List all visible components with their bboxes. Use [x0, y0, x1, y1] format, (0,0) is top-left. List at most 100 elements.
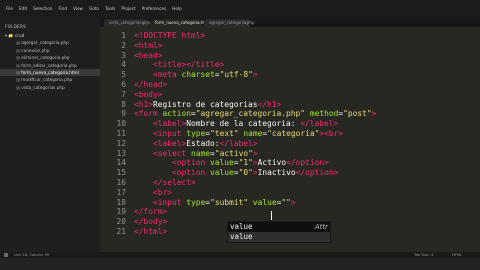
sidebar-file-item[interactable]: ▤ vista_categorias.php: [0, 84, 100, 91]
code-line: <h1>Registro de categorias</h1>: [134, 100, 281, 109]
code-token: </label>: [300, 119, 339, 129]
code-token: name: [243, 129, 263, 138]
menu-item-help[interactable]: Help: [169, 0, 185, 18]
code-line: <select name="activo">: [134, 149, 258, 158]
code-line: <option value="1">Activo</option>: [134, 158, 329, 167]
line-number: 21: [116, 227, 126, 236]
status-bar: Line 18, Column 39 Tab Size: 4 HTML: [0, 252, 480, 258]
close-icon[interactable]: ×: [142, 19, 145, 27]
code-token: </label>: [219, 138, 258, 148]
code-token: <option: [172, 158, 211, 168]
sidebar-file-label: vista_categorias.php: [21, 84, 65, 90]
code-token: "utf-8": [219, 70, 253, 80]
menu-item-view[interactable]: View: [70, 0, 86, 18]
code-token: >: [252, 70, 258, 80]
menu-item-tools[interactable]: Tools: [102, 0, 118, 18]
code-line: </html>: [134, 227, 167, 236]
menu-item-edit[interactable]: Edit: [16, 0, 30, 18]
panel-toggle-icon[interactable]: [4, 253, 8, 257]
autocomplete-item[interactable]: value Attr: [228, 222, 330, 232]
code-token: </html>: [134, 227, 168, 236]
code-token: <select: [153, 148, 192, 158]
code-token: "submit": [210, 197, 249, 207]
sidebar-file-item[interactable]: ▤ modificar_categoria.php: [0, 76, 100, 83]
code-line: <option value="0">Inactivo</option>: [134, 168, 338, 177]
code-token: ><br>: [319, 129, 344, 138]
code-token: "agregar_categoria.php": [195, 109, 306, 119]
sidebar-file-label: agregar_categoria.php: [21, 40, 69, 46]
status-tab-size[interactable]: Tab Size: 4: [414, 252, 433, 258]
line-number: 1: [121, 31, 126, 40]
code-token: <body>: [134, 89, 163, 99]
autocomplete-label: value: [230, 222, 253, 231]
code-token: Inactivo: [257, 168, 296, 178]
autocomplete-item[interactable]: value: [228, 232, 330, 242]
menu-item-preferences[interactable]: Preferences: [139, 0, 170, 18]
sidebar-file-item[interactable]: ▤ conexion.php: [0, 47, 100, 54]
code-token: name: [191, 148, 211, 158]
line-number: 20: [116, 217, 126, 227]
sidebar-header: FOLDERS: [5, 24, 26, 29]
code-token: "activo": [214, 148, 253, 158]
code-token: Activo: [257, 158, 287, 168]
code-line: <meta charset="utf-8">: [134, 70, 258, 79]
line-number: 15: [116, 168, 126, 178]
line-number: 5: [121, 70, 126, 80]
menu-item-project[interactable]: Project: [118, 0, 138, 18]
line-number: 6: [121, 80, 126, 89]
code-line: <!DOCTYPE html>: [134, 31, 205, 40]
sidebar-file-label: eliminar_categoria.php: [21, 55, 70, 61]
code-token: <br>: [153, 187, 173, 197]
editor-window: File Edit Selection Find View Goto Tools Projec…: [0, 0, 480, 270]
code-token: >: [252, 148, 258, 158]
tab-file[interactable]: agregar_categoria.php ×: [204, 19, 254, 27]
menu-item-file[interactable]: File: [3, 0, 16, 18]
line-number: 13: [116, 148, 126, 158]
tab-file[interactable]: form_nueva_categoria.html ×: [150, 19, 210, 27]
sidebar-file-item[interactable]: ▤ form_nueva_categoria.html: [0, 68, 100, 77]
code-token: <h1>: [134, 99, 154, 109]
code-line: <label>Estado:</label>: [134, 139, 258, 148]
code-token: Estado:: [186, 138, 220, 148]
code-token: action: [162, 109, 192, 119]
code-token: <title></title>: [153, 60, 225, 70]
code-token: </option>: [286, 158, 329, 168]
code-line: <html>: [134, 41, 163, 50]
menu-item-find[interactable]: Find: [55, 0, 70, 18]
status-syntax[interactable]: HTML: [452, 252, 462, 258]
code-token: </option>: [295, 168, 339, 178]
line-number: 16: [116, 178, 126, 187]
line-number: 12: [116, 138, 126, 148]
tab-file[interactable]: vista_categorias.php ×: [104, 19, 150, 27]
sidebar-folder-label: crud: [15, 33, 25, 38]
autocomplete-hint: Attr: [314, 223, 328, 231]
sidebar-file-label: conexion.php: [21, 47, 50, 53]
sidebar-folder-crud[interactable]: ▾ 📁 crud: [0, 32, 100, 39]
code-token: <input: [153, 197, 187, 207]
menu-item-selection[interactable]: Selection: [30, 0, 55, 18]
close-icon[interactable]: ×: [196, 19, 199, 27]
line-number: 7: [121, 89, 126, 99]
text-cursor: [271, 211, 272, 220]
code-token: <form: [134, 109, 163, 119]
line-number: 17: [116, 187, 126, 197]
line-number: 4: [121, 60, 126, 70]
code-token: <label>: [153, 138, 187, 148]
sidebar-file-item[interactable]: ▤ form_editar_categoria.php: [0, 62, 100, 69]
line-number: 11: [116, 129, 126, 138]
code-line: <title></title>: [134, 60, 224, 69]
code-token: <option: [172, 168, 211, 178]
sidebar-file-item[interactable]: ▤ eliminar_categoria.php: [0, 54, 100, 61]
line-number: 10: [116, 119, 126, 129]
sidebar-file-item[interactable]: ▤ agregar_categoria.php: [0, 39, 100, 46]
menu-item-goto[interactable]: Goto: [86, 0, 102, 18]
close-icon[interactable]: ×: [244, 19, 247, 27]
